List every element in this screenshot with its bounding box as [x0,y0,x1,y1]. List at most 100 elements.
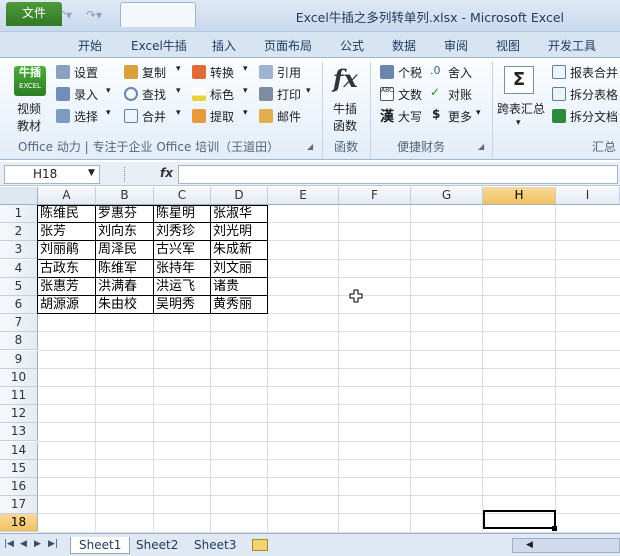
cell-a2[interactable]: 张芳 [38,223,96,241]
cell-a5[interactable]: 张惠芳 [38,278,96,296]
cell-a3[interactable]: 刘丽鹃 [38,241,96,259]
reconcile-button[interactable]: 对账 [448,86,472,103]
column-header-g[interactable]: G [411,187,483,205]
cell-c4[interactable]: 张持年 [154,260,211,278]
more-dropdown-icon[interactable]: ▾ [476,108,481,118]
insert-function-icon[interactable]: fx [160,166,173,180]
cross-sheet-summary-button[interactable]: 跨表汇总 [497,100,545,117]
cell-d5[interactable]: 诸贵 [211,278,268,296]
cell-d3[interactable]: 朱成新 [211,241,268,259]
convert-button[interactable]: 转换 [210,64,234,81]
split-document-button[interactable]: 拆分文档 [570,108,618,125]
row-header-1[interactable]: 1 [0,205,38,223]
extract-button[interactable]: 提取 [210,108,234,125]
column-header-b[interactable]: B [96,187,154,205]
cell-b5[interactable]: 洪满春 [96,278,154,296]
first-sheet-icon[interactable]: |◀ [4,539,14,549]
row-header-18[interactable]: 18 [0,514,38,533]
formula-input[interactable] [178,165,618,184]
row-header-12[interactable]: 12 [0,405,38,424]
cell-a1[interactable]: 陈维民 [38,205,96,223]
row-header-14[interactable]: 14 [0,441,38,460]
row-header-6[interactable]: 6 [0,296,38,314]
cell-c5[interactable]: 洪运飞 [154,278,211,296]
cell-d4[interactable]: 刘文丽 [211,260,268,278]
summary-dropdown-icon[interactable]: ▾ [516,118,521,128]
scroll-left-icon[interactable]: ◀ [526,540,533,550]
video-tutorial-button[interactable]: 视频 [17,100,41,117]
input-dropdown-icon[interactable]: ▾ [106,86,111,96]
tab-data[interactable]: 数据 [392,37,416,54]
cell-c6[interactable]: 吴明秀 [154,296,211,314]
niucha-logo-button[interactable]: 牛插 EXCEL [14,66,46,96]
tab-page-layout[interactable]: 页面布局 [264,37,312,54]
last-sheet-icon[interactable]: ▶| [48,539,58,549]
name-box-dropdown-icon[interactable]: ▼ [88,168,95,178]
row-header-2[interactable]: 2 [0,223,38,242]
row-header-16[interactable]: 16 [0,478,38,496]
row-header-9[interactable]: 9 [0,350,38,369]
cell-b4[interactable]: 陈维军 [96,260,154,278]
cell-b2[interactable]: 刘向东 [96,223,154,241]
row-header-15[interactable]: 15 [0,459,38,478]
mail-button[interactable]: 邮件 [277,108,301,125]
row-header-8[interactable]: 8 [0,332,38,351]
cell-b6[interactable]: 朱由校 [96,296,154,314]
formula-bar-splitter[interactable] [124,167,126,182]
cell-d6[interactable]: 黄秀丽 [211,296,268,314]
row-header-7[interactable]: 7 [0,314,38,333]
cell-b1[interactable]: 罗惠芬 [96,205,154,223]
cell-c2[interactable]: 刘秀珍 [154,223,211,241]
cell-b3[interactable]: 周泽民 [96,241,154,259]
sheet-tab-2[interactable]: Sheet2 [128,537,186,554]
copy-dropdown-icon[interactable]: ▾ [176,64,181,74]
row-header-11[interactable]: 11 [0,387,38,405]
find-dropdown-icon[interactable]: ▾ [176,86,181,96]
copy-button[interactable]: 复制 [142,64,166,81]
row-header-17[interactable]: 17 [0,496,38,515]
tab-view[interactable]: 视图 [496,37,520,54]
column-header-a[interactable]: A [38,187,96,205]
uppercase-button[interactable]: 大写 [398,108,422,125]
merge-dropdown-icon[interactable]: ▾ [176,108,181,118]
reference-button[interactable]: 引用 [277,64,301,81]
more-button[interactable]: 更多 [448,108,472,125]
tab-developer[interactable]: 开发工具 [548,37,596,54]
sheet-tab-3[interactable]: Sheet3 [186,537,244,554]
print-button[interactable]: 打印 [277,86,301,103]
cell-c3[interactable]: 古兴军 [154,241,211,259]
split-table-button[interactable]: 拆分表格 [570,86,618,103]
fill-handle[interactable] [552,526,557,531]
cell-c1[interactable]: 陈星明 [154,205,211,223]
dialog-launcher-icon[interactable]: ◢ [478,142,484,151]
column-header-f[interactable]: F [339,187,411,205]
next-sheet-icon[interactable]: ▶ [34,539,41,549]
row-header-5[interactable]: 5 [0,277,38,296]
column-header-i[interactable]: I [556,187,620,205]
niucha-function-button[interactable]: 牛插 [333,100,357,117]
column-header-h[interactable]: H [483,187,556,205]
cell-d1[interactable]: 张淑华 [211,205,268,223]
find-button[interactable]: 查找 [142,86,166,103]
insert-sheet-icon[interactable] [252,539,268,551]
number-text-button[interactable]: 文数 [398,86,422,103]
select-button[interactable]: 选择 [74,108,98,125]
highlight-color-button[interactable]: 标色 [210,86,234,103]
row-header-4[interactable]: 4 [0,259,38,278]
cell-d2[interactable]: 刘光明 [211,223,268,241]
dialog-launcher-icon[interactable]: ◢ [307,142,313,151]
tab-formulas[interactable]: 公式 [340,37,364,54]
highlight-dropdown-icon[interactable]: ▾ [243,86,248,96]
sheet-tab-1[interactable]: Sheet1 [70,537,131,554]
print-dropdown-icon[interactable]: ▾ [306,86,311,96]
tax-button[interactable]: 个税 [398,64,422,81]
name-box[interactable]: H18 [4,165,100,184]
tab-insert[interactable]: 插入 [212,37,236,54]
tab-file[interactable]: 文件 [6,2,62,26]
column-header-c[interactable]: C [154,187,211,205]
row-header-13[interactable]: 13 [0,423,38,442]
row-header-3[interactable]: 3 [0,241,38,260]
merge-button[interactable]: 合并 [142,108,166,125]
round-button[interactable]: 舍入 [448,64,472,81]
settings-button[interactable]: 设置 [74,64,98,81]
